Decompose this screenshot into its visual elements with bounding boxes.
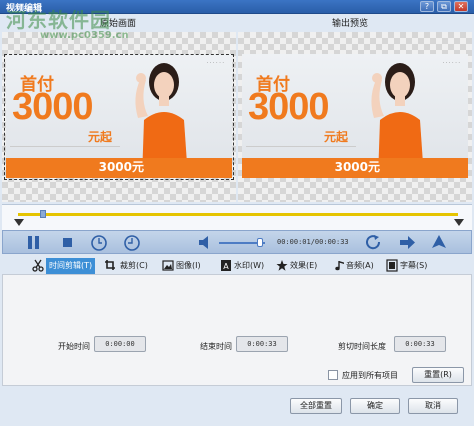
refresh-icon[interactable] — [365, 234, 383, 251]
start-time-label: 开始时间 — [58, 342, 90, 351]
ad-divider — [246, 146, 356, 154]
stop-icon[interactable] — [59, 234, 77, 251]
timeline[interactable] — [2, 204, 472, 230]
tab-audio[interactable]: 音频(A) — [346, 258, 374, 274]
reset-all-button[interactable]: 全部重置 — [290, 398, 342, 414]
edit-tabs: 时间剪辑(T) 裁剪(C) 图像(I) 水印(W) 效果(E) 音频(A) 字幕… — [30, 258, 472, 274]
timecode: 00:00:01/00:00:33 — [277, 238, 349, 246]
ad-amount: 3000 — [12, 86, 94, 128]
reset-button[interactable]: 重置(R) — [412, 367, 464, 383]
ad-price: 3000元 — [98, 160, 144, 174]
arrow-up-icon[interactable] — [430, 234, 448, 251]
original-preview[interactable]: · · · · · · 首付 3000 元起 3000元 — [2, 32, 236, 202]
start-time-field[interactable]: 0:00:00 — [94, 336, 146, 352]
close-button[interactable]: ✕ — [454, 1, 468, 12]
volume-knob[interactable] — [257, 238, 264, 247]
player-controls: 00:00:01/00:00:33 — [2, 230, 472, 254]
site-watermark-url: www.pc0359.cn — [40, 30, 129, 41]
cancel-button[interactable]: 取消 — [408, 398, 458, 414]
tab-watermark[interactable]: 水印(W) — [234, 258, 264, 274]
ad-divider — [10, 146, 120, 154]
ad-price: 3000元 — [334, 160, 380, 174]
apply-all-checkbox[interactable] — [328, 370, 338, 380]
apply-all-label: 应用到所有项目 — [342, 371, 398, 380]
arrow-right-icon[interactable] — [398, 234, 416, 251]
tab-image[interactable]: 图像(I) — [176, 258, 201, 274]
tab-subtitles[interactable]: 字幕(S) — [400, 258, 427, 274]
restore-button[interactable]: ⧉ — [437, 1, 451, 12]
ad-suffix: 元起 — [88, 130, 113, 144]
video-frame: · · · · · · 首付 3000 元起 3000元 — [242, 54, 468, 178]
output-preview-label: 输出预览 — [332, 19, 369, 29]
pause-icon[interactable] — [25, 234, 43, 251]
duration-label: 剪切时间长度 — [338, 342, 386, 351]
time-trim-panel — [2, 274, 472, 386]
timeline-playhead[interactable] — [40, 210, 46, 218]
trim-end-marker[interactable] — [454, 219, 464, 226]
tab-crop[interactable]: 裁剪(C) — [120, 258, 148, 274]
output-preview: · · · · · · 首付 3000 元起 3000元 — [238, 32, 472, 202]
volume-icon[interactable] — [197, 234, 215, 251]
duration-field[interactable]: 0:00:33 — [394, 336, 446, 352]
trim-start-marker[interactable] — [14, 219, 24, 226]
timeline-track[interactable] — [18, 213, 458, 216]
ad-amount: 3000 — [248, 86, 330, 128]
tab-time-trim[interactable]: 时间剪辑(T) — [46, 258, 96, 274]
ok-button[interactable]: 确定 — [350, 398, 400, 414]
video-frame: · · · · · · 首付 3000 元起 3000元 — [6, 54, 232, 178]
end-time-label: 结束时间 — [200, 342, 232, 351]
set-start-clock-icon[interactable] — [90, 234, 108, 251]
help-button[interactable]: ? — [420, 1, 434, 12]
end-time-field[interactable]: 0:00:33 — [236, 336, 288, 352]
set-end-clock-icon[interactable] — [123, 234, 141, 251]
ad-fine-print: · · · · · · — [206, 60, 224, 66]
ad-fine-print: · · · · · · — [442, 60, 460, 66]
tab-effects[interactable]: 效果(E) — [290, 258, 317, 274]
site-watermark: 河东软件园 — [6, 8, 111, 32]
ad-suffix: 元起 — [324, 130, 349, 144]
